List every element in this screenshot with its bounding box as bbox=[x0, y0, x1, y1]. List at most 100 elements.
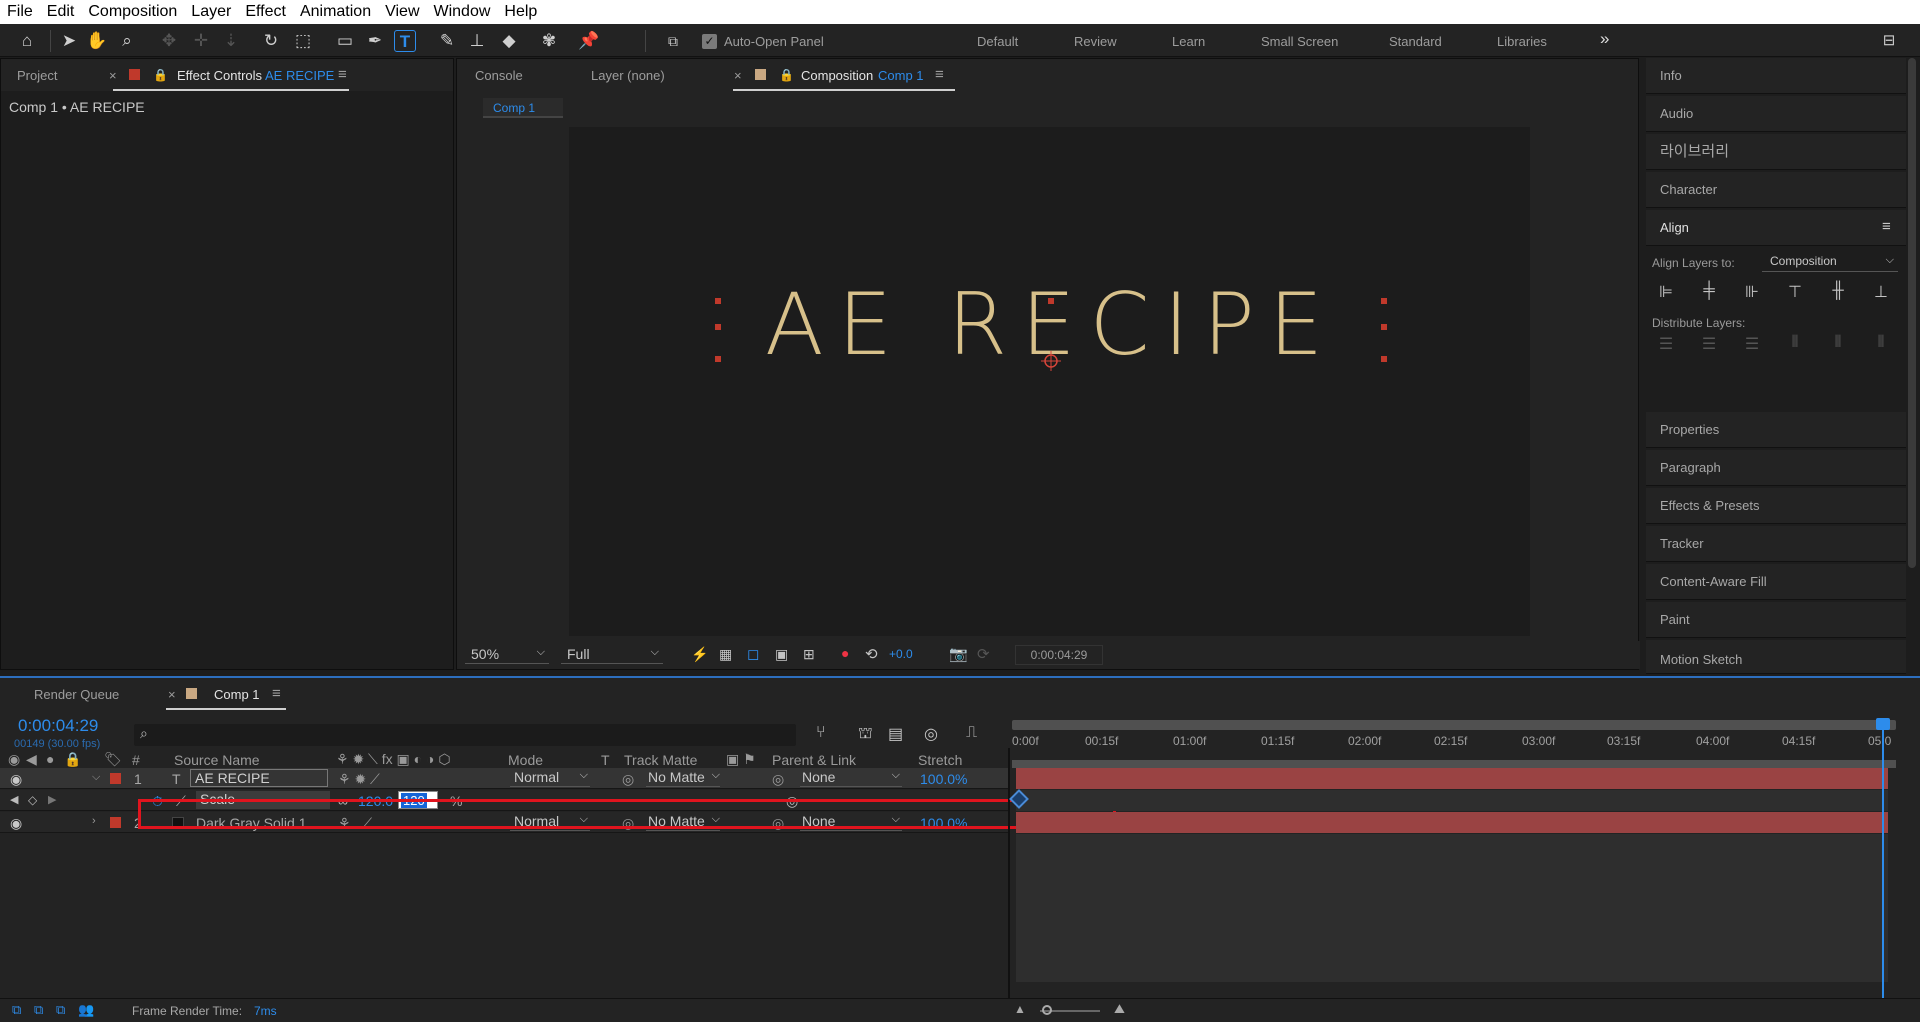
layer-label-color[interactable] bbox=[110, 773, 121, 784]
workspace-standard[interactable]: Standard bbox=[1389, 34, 1442, 49]
layer-stretch[interactable]: 100.0% bbox=[920, 771, 967, 787]
scale-keyframe-lane[interactable] bbox=[1016, 790, 1888, 811]
panel-libraries-kr[interactable]: 라이브러리 bbox=[1646, 134, 1906, 170]
eye-icon[interactable]: ◉ bbox=[10, 815, 22, 832]
panel-menu-icon[interactable]: ≡ bbox=[272, 685, 281, 702]
exposure-value[interactable]: +0.0 bbox=[889, 647, 913, 661]
distribute-h-center-icon[interactable]: ⫴ bbox=[1828, 334, 1848, 354]
layer-row-1[interactable]: ◉ ⌵ 1 T AE RECIPE ⚘ ✹ ⟋ Normal ⌵ ◎ No Mat… bbox=[0, 768, 1008, 789]
panel-audio[interactable]: Audio bbox=[1646, 96, 1906, 132]
fast-preview-icon[interactable]: ⚡ bbox=[691, 646, 708, 663]
panel-menu-icon[interactable]: ≡ bbox=[1882, 218, 1891, 235]
playhead[interactable] bbox=[1882, 722, 1884, 998]
zoom-dropdown[interactable]: 50% ⌵ bbox=[465, 646, 549, 664]
layer-label-color[interactable] bbox=[110, 817, 121, 828]
frame-blending-icon[interactable]: ▤ bbox=[888, 724, 903, 744]
workspace-small-screen[interactable]: Small Screen bbox=[1261, 34, 1338, 49]
tab-console[interactable]: Console bbox=[475, 68, 523, 83]
snapping-icon[interactable]: ⧉ bbox=[662, 30, 684, 52]
puppet-pin-icon[interactable]: 📌 bbox=[578, 30, 600, 52]
region-of-interest-icon[interactable]: ▣ bbox=[775, 646, 788, 663]
pan-camera-icon[interactable]: ✛ bbox=[190, 30, 212, 52]
rectangle-tool-icon[interactable]: ▭ bbox=[334, 30, 356, 52]
show-snapshot-icon[interactable]: ⟳ bbox=[977, 645, 990, 663]
menu-composition[interactable]: Composition bbox=[81, 3, 184, 21]
label-column-icon[interactable]: 🏷 bbox=[104, 751, 122, 768]
comp-flowchart-icon[interactable]: ⑂ bbox=[816, 724, 826, 742]
distribute-right-icon[interactable]: ⫴ bbox=[1871, 334, 1891, 354]
workspace-default[interactable]: Default bbox=[977, 34, 1018, 49]
tab-render-queue[interactable]: Render Queue bbox=[34, 687, 119, 702]
hand-tool-icon[interactable]: ✋ bbox=[86, 30, 108, 52]
audio-switch-icon[interactable]: ◀ bbox=[26, 751, 37, 768]
expand-chevron-icon[interactable]: › bbox=[92, 815, 96, 827]
toggle-modes-icon[interactable]: ⧉ bbox=[34, 1002, 43, 1018]
tab-composition[interactable]: Composition bbox=[801, 68, 873, 83]
align-h-center-icon[interactable]: ╪ bbox=[1699, 282, 1719, 302]
tab-timeline-comp[interactable]: Comp 1 bbox=[214, 687, 260, 702]
workspace-review[interactable]: Review bbox=[1074, 34, 1117, 49]
toggle-timing-icon[interactable]: ⧉ bbox=[56, 1002, 65, 1018]
menu-window[interactable]: Window bbox=[427, 3, 498, 21]
resolution-dropdown[interactable]: Full ⌵ bbox=[561, 646, 663, 664]
panel-paragraph[interactable]: Paragraph bbox=[1646, 450, 1906, 486]
layer-name[interactable]: AE RECIPE bbox=[190, 769, 328, 787]
workspace-learn[interactable]: Learn bbox=[1172, 34, 1205, 49]
timeline-divider[interactable] bbox=[1008, 748, 1010, 998]
align-top-icon[interactable]: ⊤ bbox=[1785, 282, 1805, 302]
align-bottom-icon[interactable]: ⊥ bbox=[1871, 282, 1891, 302]
menu-animation[interactable]: Animation bbox=[293, 3, 378, 21]
panel-motion-sketch[interactable]: Motion Sketch bbox=[1646, 646, 1906, 674]
column-stretch[interactable]: Stretch bbox=[918, 752, 962, 768]
video-switch-icon[interactable]: ◉ bbox=[8, 751, 20, 768]
brush-tool-icon[interactable]: ✎ bbox=[436, 30, 458, 52]
search-help-icon[interactable]: ⊟ bbox=[1878, 30, 1900, 52]
tab-layer[interactable]: Layer (none) bbox=[591, 68, 665, 83]
panel-properties[interactable]: Properties bbox=[1646, 412, 1906, 448]
snapshot-icon[interactable]: 📷 bbox=[949, 645, 968, 663]
menu-edit[interactable]: Edit bbox=[40, 3, 82, 21]
viewer-timecode[interactable]: 0:00:04:29 bbox=[1015, 645, 1103, 665]
home-icon[interactable]: ⌂ bbox=[16, 30, 38, 52]
zoom-in-icon[interactable]: ⛰ bbox=[1114, 1001, 1125, 1017]
panel-menu-icon[interactable]: ≡ bbox=[338, 66, 347, 83]
mask-visibility-icon[interactable]: ◻ bbox=[747, 645, 759, 663]
transparency-grid-icon[interactable]: ▦ bbox=[719, 646, 732, 663]
zoom-tool-icon[interactable]: ⌕ bbox=[116, 30, 138, 52]
workspace-overflow-icon[interactable]: » bbox=[1600, 29, 1609, 49]
column-track-matte[interactable]: Track Matte bbox=[624, 752, 697, 768]
clone-stamp-icon[interactable]: ⊥ bbox=[466, 30, 488, 52]
eraser-tool-icon[interactable]: ◆ bbox=[498, 30, 520, 52]
dolly-camera-icon[interactable]: ⇣ bbox=[220, 30, 242, 52]
pen-tool-icon[interactable]: ✒ bbox=[364, 30, 386, 52]
align-panel-title[interactable]: Align bbox=[1646, 210, 1906, 246]
graph-editor-icon[interactable]: ⎍ bbox=[966, 724, 977, 742]
rotate-tool-icon[interactable]: ↻ bbox=[260, 30, 282, 52]
lock-icon[interactable]: 🔒 bbox=[153, 68, 168, 82]
shy-layers-icon[interactable]: ⛫ bbox=[858, 724, 873, 744]
panel-content-aware-fill[interactable]: Content-Aware Fill bbox=[1646, 564, 1906, 600]
layer-switches[interactable]: ⚘ ✹ ⟋ bbox=[338, 771, 380, 788]
layer-parent-dropdown[interactable]: None ⌵ bbox=[800, 769, 902, 787]
comp-canvas[interactable]: AE RECIPE bbox=[569, 127, 1530, 636]
orbit-camera-icon[interactable]: ✥ bbox=[158, 30, 180, 52]
layer-mode-dropdown[interactable]: Normal ⌵ bbox=[510, 769, 590, 787]
color-management-icon[interactable]: ⟲ bbox=[865, 645, 878, 663]
menu-view[interactable]: View bbox=[378, 3, 426, 21]
eye-icon[interactable]: ◉ bbox=[10, 771, 22, 788]
timeline-empty-area[interactable] bbox=[1016, 834, 1888, 982]
motion-blur-icon[interactable]: ◎ bbox=[924, 724, 938, 744]
grid-guides-icon[interactable]: ⊞ bbox=[803, 646, 815, 663]
pan-behind-icon[interactable]: ⬚ bbox=[292, 30, 314, 52]
layer-search-input[interactable]: ⌕ bbox=[134, 724, 796, 746]
panel-info[interactable]: Info bbox=[1646, 58, 1906, 94]
align-layers-to-dropdown[interactable]: Composition ⌵ bbox=[1762, 254, 1898, 272]
channel-rgb-icon[interactable]: ● bbox=[841, 645, 849, 661]
column-mode[interactable]: Mode bbox=[508, 752, 543, 768]
menu-effect[interactable]: Effect bbox=[238, 3, 293, 21]
right-panel-scrollbar[interactable] bbox=[1908, 58, 1916, 568]
render-time-icon[interactable]: 👥 bbox=[78, 1002, 94, 1018]
zoom-slider-handle[interactable] bbox=[1042, 1005, 1052, 1015]
distribute-v-center-icon[interactable]: ☰ bbox=[1699, 334, 1719, 354]
panel-menu-icon[interactable]: ≡ bbox=[935, 66, 944, 83]
